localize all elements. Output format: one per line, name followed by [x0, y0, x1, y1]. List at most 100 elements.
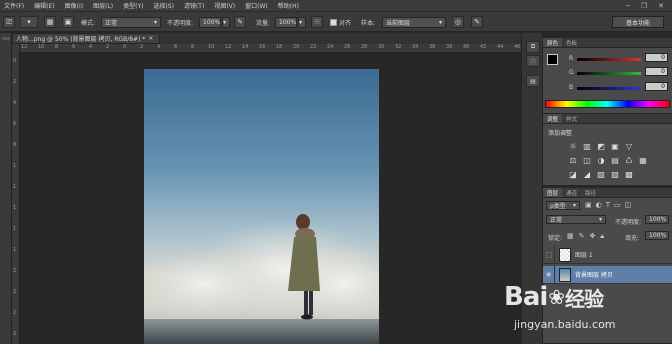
channel-g-slider[interactable]	[577, 72, 641, 75]
ruler-horizontal[interactable]: 12 10 8 6 4 2 0 2 4 6 8 10 12 14 16 18 2…	[20, 44, 530, 53]
channel-r-slider[interactable]	[577, 58, 641, 61]
ruler-tick-label: 1	[13, 205, 17, 211]
menu-help[interactable]: 帮助(H)	[274, 1, 305, 10]
ruler-tick-label: 1	[13, 163, 17, 169]
exposure-icon[interactable]: ▣	[610, 141, 620, 151]
channel-b-input[interactable]: 0	[645, 82, 668, 91]
levels-icon[interactable]: ▥	[582, 141, 592, 151]
blend-mode-select[interactable]: 正常 ▾	[546, 215, 606, 224]
photo-filter-icon[interactable]: ▤	[610, 155, 620, 165]
channel-g-input[interactable]: 0	[645, 67, 668, 76]
flow-dropdown[interactable]: ▾	[298, 16, 306, 28]
filter-pixel-icon[interactable]: ▣	[585, 201, 592, 209]
layer-name: 图层 1	[575, 252, 593, 259]
channel-r-input[interactable]: 0	[645, 53, 668, 62]
adjustment-row-1: ☼ ▥ ◩ ▣ ▽	[568, 141, 650, 151]
pressure-opacity-icon[interactable]: ✎	[234, 16, 246, 28]
ruler-tick-label: 6	[72, 44, 76, 50]
layer-opacity-input[interactable]: 100%	[645, 215, 669, 224]
vibrance-icon[interactable]: ▽	[624, 141, 634, 151]
menu-layer[interactable]: 图层(L)	[89, 1, 119, 10]
workspace-button[interactable]: 基本功能	[612, 16, 664, 28]
brush-panel-icon[interactable]: ▤	[526, 75, 540, 87]
fill-input[interactable]: 100%	[645, 231, 669, 240]
menu-select[interactable]: 选择(S)	[149, 1, 180, 10]
color-spectrum-bar[interactable]	[545, 100, 670, 108]
mode-select[interactable]: 正常 ▾	[101, 16, 161, 28]
curves-icon[interactable]: ◩	[596, 141, 606, 151]
menu-filter[interactable]: 滤镜(T)	[180, 1, 210, 10]
sample-select[interactable]: 当前图层 ▾	[382, 16, 446, 28]
filter-type-icon[interactable]: T	[606, 201, 610, 209]
document-photo[interactable]	[144, 69, 379, 344]
restore-button[interactable]: ❐	[638, 1, 650, 11]
close-window-button[interactable]: ✕	[655, 1, 667, 11]
layer-filter-icons: ▣ ◐ T ▭ ◫	[585, 201, 631, 209]
tab-swatches[interactable]: 色板	[562, 38, 581, 47]
lock-position-icon[interactable]: ✥	[590, 232, 596, 241]
ruler-tick-label: 32	[395, 44, 402, 50]
ruler-tick-label: 30	[378, 44, 385, 50]
pressure-size-icon[interactable]: ✎	[471, 16, 483, 28]
layer-kind-filter[interactable]: ρ类型 ▾	[546, 201, 580, 210]
close-tab-icon[interactable]: ×	[148, 35, 153, 42]
selective-color-icon[interactable]: ▩	[624, 169, 634, 179]
ruler-tick-label: 4	[89, 44, 93, 50]
opacity-input[interactable]: 100%	[199, 16, 221, 28]
properties-panel-icon[interactable]: ⓘ	[526, 55, 540, 67]
foreground-color-swatch[interactable]	[547, 54, 558, 65]
posterize-icon[interactable]: ◢	[582, 169, 592, 179]
flow-value: 100%	[279, 18, 297, 26]
tab-channels[interactable]: 通道	[562, 188, 581, 197]
brightness-icon[interactable]: ☼	[568, 141, 578, 151]
adjustment-row-2: ⚖ ◫ ◑ ▤ ♺ ▦	[568, 155, 650, 165]
color-balance-icon[interactable]: ⚖	[568, 155, 578, 165]
layer-row[interactable]: 图层 1	[543, 245, 672, 264]
ignore-adjustment-icon[interactable]: ◎	[452, 16, 464, 28]
menu-file[interactable]: 文件(F)	[0, 1, 30, 10]
menu-type[interactable]: 类型(Y)	[119, 1, 149, 10]
menu-view[interactable]: 视图(V)	[210, 1, 241, 10]
tab-adjustments[interactable]: 调整	[543, 114, 563, 123]
history-panel-icon[interactable]: ⧉	[526, 41, 540, 53]
toolbox-grip-icon[interactable]	[2, 37, 10, 40]
fill-label: 填充:	[625, 235, 640, 242]
align-checkbox[interactable]	[330, 18, 337, 26]
visibility-toggle[interactable]	[543, 245, 555, 264]
tab-layers[interactable]: 图层	[543, 188, 563, 197]
lock-pixels-icon[interactable]: ✎	[579, 232, 585, 241]
lock-all-icon[interactable]: 🔒︎	[600, 232, 604, 241]
black-white-icon[interactable]: ◑	[596, 155, 606, 165]
filter-smart-icon[interactable]: ◫	[625, 201, 632, 209]
filter-adjustment-icon[interactable]: ◐	[596, 201, 602, 209]
sample-value: 当前图层	[386, 19, 411, 27]
invert-icon[interactable]: ◪	[568, 169, 578, 179]
brush-panel-icon[interactable]: ▦	[44, 16, 56, 28]
tab-styles[interactable]: 样式	[562, 114, 581, 123]
menu-image[interactable]: 图像(I)	[61, 1, 89, 10]
lock-transparent-icon[interactable]: ▦	[567, 232, 574, 241]
hue-saturation-icon[interactable]: ◫	[582, 155, 592, 165]
clone-source-icon[interactable]: ▣	[62, 16, 74, 28]
menu-window[interactable]: 窗口(W)	[241, 1, 274, 10]
clone-stamp-tool-icon[interactable]: ⎚	[3, 16, 15, 28]
threshold-icon[interactable]: ▧	[596, 169, 606, 179]
minimize-button[interactable]: −	[622, 1, 634, 11]
brush-preset-picker[interactable]: ▾	[20, 16, 38, 28]
channel-b-slider[interactable]	[577, 87, 641, 90]
menu-edit[interactable]: 编辑(E)	[30, 1, 60, 10]
document-tab[interactable]: 人物...png @ 50% (背景图层 拷贝, RGB/8#) * ×	[12, 33, 160, 44]
chevron-down-icon: ▾	[299, 18, 303, 26]
filter-shape-icon[interactable]: ▭	[614, 201, 621, 209]
ruler-vertical[interactable]: 0 2 4 6 8 1 1 1 1 1 2 2 2 2	[12, 44, 20, 344]
gradient-map-icon[interactable]: ▨	[610, 169, 620, 179]
visibility-toggle[interactable]: ◉	[543, 265, 555, 284]
airbrush-icon[interactable]: ☉	[311, 16, 323, 28]
tab-paths[interactable]: 路径	[581, 188, 600, 197]
flow-input[interactable]: 100%	[275, 16, 297, 28]
tab-color[interactable]: 颜色	[543, 38, 563, 47]
blend-mode-value: 正常	[550, 217, 563, 224]
color-lookup-icon[interactable]: ▦	[638, 155, 648, 165]
opacity-dropdown[interactable]: ▾	[222, 16, 230, 28]
channel-mixer-icon[interactable]: ♺	[624, 155, 634, 165]
